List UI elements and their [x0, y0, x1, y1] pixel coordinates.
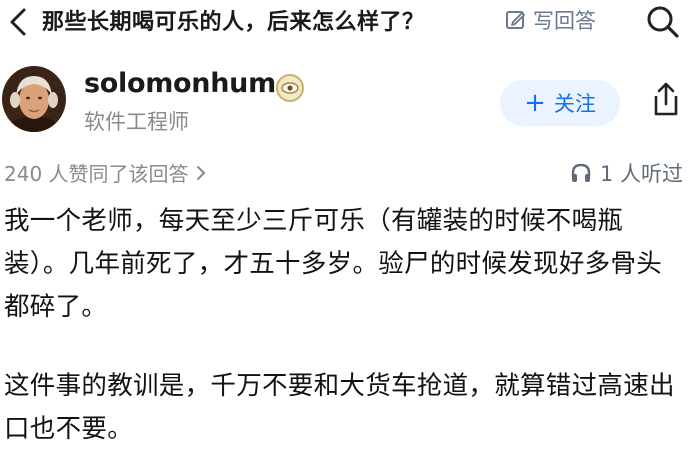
question-title[interactable]: 那些长期喝可乐的人，后来怎么样了？	[42, 4, 425, 36]
write-answer-label: 写回答	[533, 9, 596, 33]
upvote-text: 240 人赞同了该回答	[4, 162, 189, 186]
share-button[interactable]	[648, 80, 684, 120]
listen-button[interactable]: 1 人听过	[570, 158, 683, 188]
chevron-left-icon	[10, 8, 26, 36]
listen-text: 1 人听过	[600, 162, 684, 186]
share-icon	[654, 82, 678, 116]
back-button[interactable]	[6, 6, 32, 38]
answer-paragraph-1: 我一个老师，每天至少三斤可乐（有罐装的时候不喝瓶装）。几年前死了，才五十多岁。验…	[4, 206, 663, 322]
edit-icon	[506, 11, 525, 29]
eye-badge-icon	[275, 73, 305, 103]
author-name[interactable]: solomonhume	[84, 68, 294, 99]
author-avatar[interactable]	[2, 66, 66, 132]
search-icon	[647, 6, 679, 38]
search-button[interactable]	[644, 3, 682, 41]
chevron-right-icon	[196, 165, 205, 180]
follow-button[interactable]: + 关注	[500, 80, 620, 126]
upvote-count[interactable]: 240 人赞同了该回答	[4, 158, 207, 187]
write-answer-button[interactable]: 写回答	[505, 5, 596, 35]
follow-label: 关注	[553, 92, 596, 116]
author-role: 软件工程师	[84, 110, 189, 134]
answer-paragraph-2: 这件事的教训是，千万不要和大货车抢道，就算错过高速出口也不要。	[4, 371, 675, 444]
plus-icon: +	[524, 88, 546, 118]
headphones-icon	[571, 163, 591, 182]
